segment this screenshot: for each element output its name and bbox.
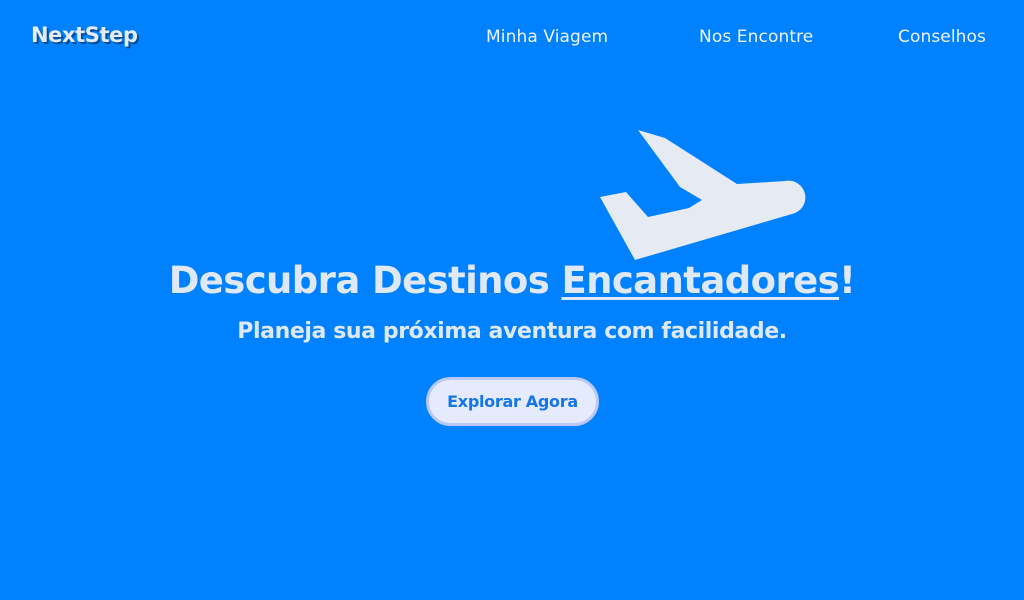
hero-title-prefix: Descubra Destinos [168, 259, 562, 302]
nav-link-conselhos[interactable]: Conselhos [898, 27, 986, 47]
brand-logo[interactable]: NextStep [31, 23, 138, 47]
hero-subtitle: Planeja sua próxima aventura com facilid… [237, 319, 787, 344]
nav-link-minha-viagem[interactable]: Minha Viagem [486, 27, 608, 47]
hero-title-suffix: ! [839, 259, 856, 302]
navbar: NextStep Minha Viagem Nos Encontre Conse… [0, 0, 1024, 76]
explore-now-button[interactable]: Explorar Agora [426, 377, 599, 426]
airplane-takeoff-icon [600, 130, 806, 260]
nav-link-nos-encontre[interactable]: Nos Encontre [699, 27, 813, 47]
hero-title: Descubra Destinos Encantadores! [0, 259, 1024, 302]
hero-title-highlight: Encantadores [561, 259, 840, 302]
